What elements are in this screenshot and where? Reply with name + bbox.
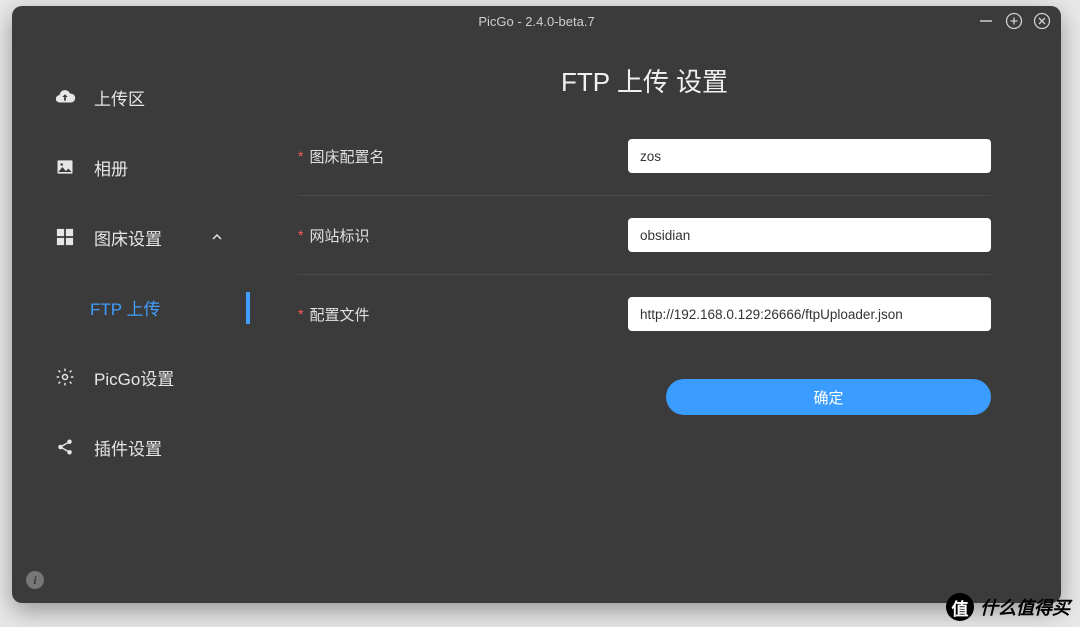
add-button[interactable] — [1005, 12, 1023, 30]
sidebar-item-settings[interactable]: PicGo设置 — [12, 342, 260, 412]
watermark-text: 什么值得买 — [980, 594, 1070, 620]
required-mark: * — [298, 306, 303, 322]
watermark: 值 什么值得买 — [946, 593, 1070, 621]
form-row-config-file: * 配置文件 — [298, 275, 991, 353]
submit-row: 确定 — [298, 379, 991, 415]
site-id-input[interactable] — [628, 218, 991, 252]
form-row-config-name: * 图床配置名 — [298, 117, 991, 196]
page-title: FTP 上传 设置 — [298, 62, 991, 99]
form-row-site-id: * 网站标识 — [298, 196, 991, 275]
sidebar-item-label: 图床设置 — [94, 225, 162, 250]
sidebar: 上传区 相册 图床设置 FTP 上传 — [12, 36, 260, 603]
titlebar: PicGo - 2.4.0-beta.7 — [12, 6, 1061, 36]
window-controls — [977, 6, 1051, 36]
close-button[interactable] — [1033, 12, 1051, 30]
grid-icon — [54, 226, 76, 248]
sidebar-item-plugins[interactable]: 插件设置 — [12, 412, 260, 482]
active-indicator — [246, 292, 250, 324]
label-text: 网站标识 — [309, 225, 369, 246]
chevron-up-icon — [210, 230, 224, 244]
watermark-badge: 值 — [946, 593, 974, 621]
app-window: PicGo - 2.4.0-beta.7 上传区 — [12, 6, 1061, 603]
sidebar-subitem-ftp[interactable]: FTP 上传 — [12, 272, 260, 342]
submit-button[interactable]: 确定 — [666, 379, 991, 415]
form-label: * 配置文件 — [298, 304, 628, 325]
sidebar-item-picbed[interactable]: 图床设置 — [12, 202, 260, 272]
label-text: 图床配置名 — [309, 146, 384, 167]
sidebar-item-label: 插件设置 — [94, 435, 162, 460]
sidebar-item-label: 相册 — [94, 155, 128, 180]
required-mark: * — [298, 227, 303, 243]
info-icon[interactable]: i — [26, 571, 44, 589]
minimize-button[interactable] — [977, 12, 995, 30]
config-file-input[interactable] — [628, 297, 991, 331]
sidebar-item-label: FTP 上传 — [90, 295, 161, 320]
window-title: PicGo - 2.4.0-beta.7 — [478, 14, 594, 29]
form-label: * 网站标识 — [298, 225, 628, 246]
label-text: 配置文件 — [309, 304, 369, 325]
form-label: * 图床配置名 — [298, 146, 628, 167]
main-panel: FTP 上传 设置 * 图床配置名 * 网站标识 * 配置文件 — [260, 36, 1061, 603]
sidebar-item-gallery[interactable]: 相册 — [12, 132, 260, 202]
sidebar-item-label: PicGo设置 — [94, 365, 174, 390]
share-icon — [54, 436, 76, 458]
sidebar-item-upload[interactable]: 上传区 — [12, 62, 260, 132]
sidebar-item-label: 上传区 — [94, 85, 145, 110]
body: 上传区 相册 图床设置 FTP 上传 — [12, 36, 1061, 603]
gear-icon — [54, 366, 76, 388]
required-mark: * — [298, 148, 303, 164]
cloud-upload-icon — [54, 86, 76, 108]
config-name-input[interactable] — [628, 139, 991, 173]
image-icon — [54, 156, 76, 178]
